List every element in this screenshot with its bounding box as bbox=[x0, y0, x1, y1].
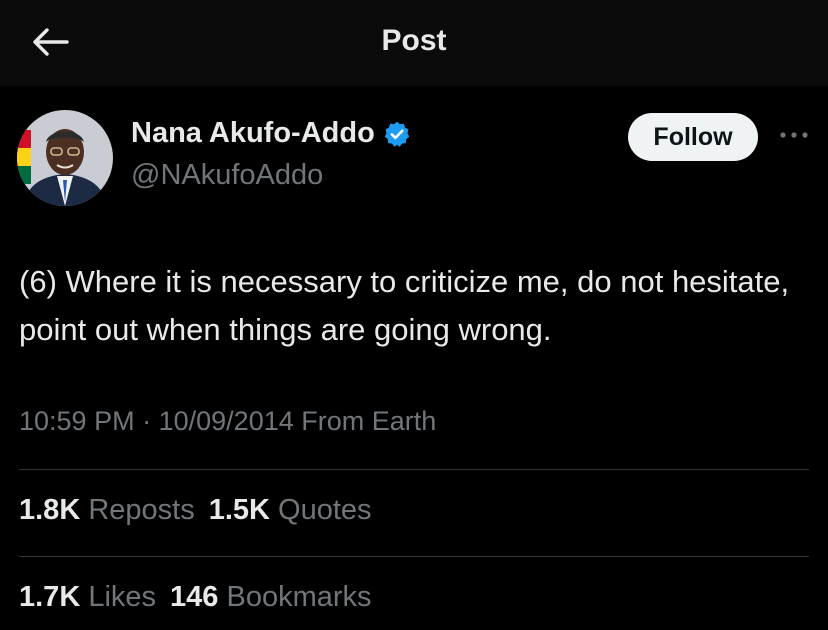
author-handle[interactable]: @NAkufoAddo bbox=[131, 159, 323, 192]
bookmarks-label: Bookmarks bbox=[226, 581, 372, 613]
reposts-label: Reposts bbox=[88, 494, 195, 526]
profile-photo bbox=[17, 110, 113, 206]
bookmarks-count: 146 bbox=[170, 581, 219, 613]
likes-label: Likes bbox=[88, 581, 157, 613]
likes-count: 1.7K bbox=[19, 581, 81, 613]
post-location: From Earth bbox=[301, 406, 437, 436]
quotes-label: Quotes bbox=[278, 494, 372, 526]
post-text: (6) Where it is necessary to criticize m… bbox=[19, 264, 790, 347]
divider bbox=[19, 556, 809, 557]
quotes-stat[interactable]: 1.5K Quotes bbox=[209, 494, 372, 527]
bookmarks-stat[interactable]: 146 Bookmarks bbox=[170, 581, 372, 614]
more-horizontal-icon bbox=[780, 132, 808, 138]
follow-button[interactable]: Follow bbox=[628, 113, 758, 161]
top-bar: Post bbox=[0, 0, 828, 86]
meta-separator: · bbox=[142, 406, 152, 436]
author-name[interactable]: Nana Akufo-Addo bbox=[131, 117, 375, 150]
post-time[interactable]: 10:59 PM bbox=[19, 406, 135, 436]
verified-badge-icon bbox=[384, 121, 410, 147]
reposts-stat[interactable]: 1.8K Reposts bbox=[19, 494, 195, 527]
avatar[interactable] bbox=[17, 110, 113, 206]
page-title: Post bbox=[381, 24, 447, 57]
likes-stat[interactable]: 1.7K Likes bbox=[19, 581, 156, 614]
post-metadata: 10:59 PM · 10/09/2014 From Earth bbox=[19, 406, 436, 437]
reposts-count: 1.8K bbox=[19, 494, 81, 526]
post-date[interactable]: 10/09/2014 bbox=[159, 406, 294, 436]
divider bbox=[19, 469, 809, 470]
engagement-stats-row-2: 1.7K Likes 146 Bookmarks bbox=[19, 581, 386, 614]
more-button[interactable] bbox=[776, 120, 812, 150]
quotes-count: 1.5K bbox=[208, 494, 270, 526]
author-name-row[interactable]: Nana Akufo-Addo bbox=[131, 117, 411, 150]
engagement-stats-row-1: 1.8K Reposts 1.5K Quotes bbox=[19, 494, 386, 527]
